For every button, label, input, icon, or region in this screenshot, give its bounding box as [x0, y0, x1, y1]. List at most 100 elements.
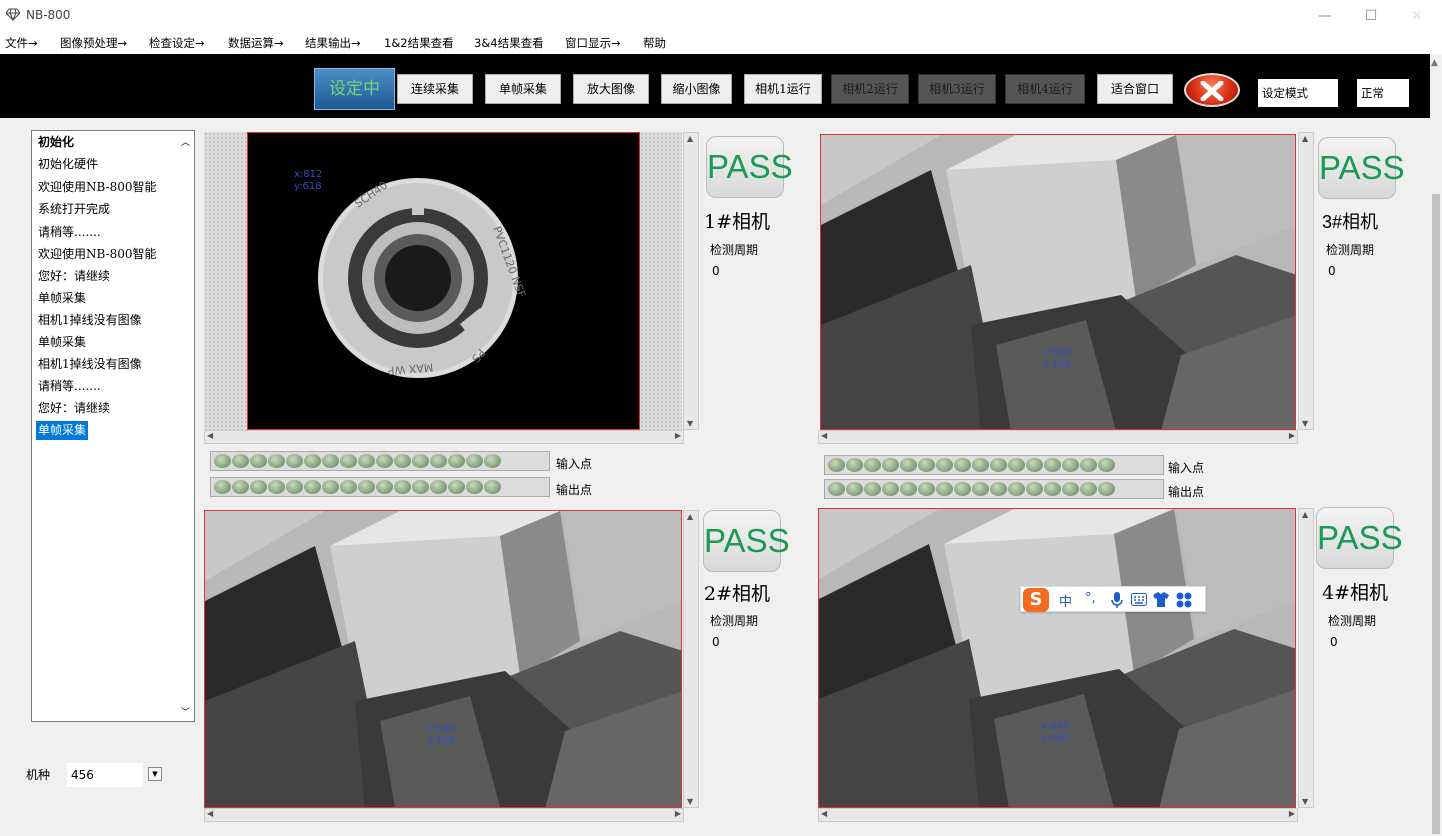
log-item-selected[interactable]: 单帧采集	[36, 421, 89, 440]
ime-toolbar[interactable]: S 中 °,	[1020, 586, 1206, 612]
scroll-thumb[interactable]	[1432, 194, 1440, 834]
log-item[interactable]: 单帧采集	[38, 333, 86, 352]
menu-window-display[interactable]: 窗口显示→	[565, 35, 621, 51]
camera3-view[interactable]: x:640 y:400	[820, 134, 1296, 430]
camera2-vscroll[interactable]: ▲ ▼	[683, 510, 699, 808]
camera4-view[interactable]: x:640 y:400	[818, 508, 1296, 808]
model-input[interactable]: 456	[67, 763, 143, 787]
minimize-button[interactable]: —	[1302, 0, 1348, 32]
arrow-left-icon[interactable]: ◀	[821, 431, 827, 440]
close-window-button[interactable]: ✕	[1394, 0, 1440, 32]
chevron-down-icon[interactable]: ﹀	[181, 705, 190, 718]
led-icon	[936, 482, 953, 496]
camera3-vscroll[interactable]: ▲ ▼	[1298, 132, 1314, 430]
exit-button[interactable]	[1184, 73, 1240, 107]
led-icon	[1026, 458, 1043, 472]
keyboard-icon[interactable]	[1131, 593, 1147, 606]
maximize-button[interactable]: ☐	[1348, 0, 1394, 32]
main-vertical-scrollbar[interactable]: ▲	[1430, 54, 1442, 836]
setting-mode-button[interactable]: 设定中	[314, 68, 395, 110]
log-item[interactable]: 相机1掉线没有图像	[38, 311, 142, 330]
camera1-vscroll[interactable]: ▲ ▼	[683, 132, 699, 430]
camera4-hscroll[interactable]: ◀ ▶	[818, 808, 1298, 822]
led-icon	[1080, 482, 1097, 496]
arrow-up-icon[interactable]: ▲	[687, 134, 693, 143]
menu-file[interactable]: 文件→	[5, 35, 38, 51]
fit-window-button[interactable]: 适合窗口	[1097, 74, 1173, 104]
log-item[interactable]: 您好：请继续	[38, 399, 110, 418]
camera3-hscroll[interactable]: ◀ ▶	[818, 430, 1298, 444]
camera1-hscroll[interactable]: ◀ ▶	[204, 430, 684, 444]
led-icon	[972, 458, 989, 472]
camera2-run-button[interactable]: 相机2运行	[831, 74, 909, 104]
menu-result-3-4[interactable]: 3&4结果查看	[474, 35, 544, 51]
camera1-input-label: 输入点	[556, 457, 593, 471]
led-icon	[466, 480, 483, 494]
camera1-period-label: 检测周期	[710, 243, 759, 257]
menu-help[interactable]: 帮助	[643, 35, 666, 51]
coord-x: x:640	[1043, 347, 1072, 358]
arrow-left-icon[interactable]: ◀	[207, 431, 213, 440]
arrow-right-icon[interactable]: ▶	[1289, 431, 1295, 440]
camera3-run-button[interactable]: 相机3运行	[918, 74, 996, 104]
ime-punctuation-toggle[interactable]: °,	[1085, 591, 1096, 606]
arrow-right-icon[interactable]: ▶	[675, 809, 681, 818]
camera1-run-button[interactable]: 相机1运行	[744, 74, 822, 104]
continuous-capture-button[interactable]: 连续采集	[397, 74, 473, 104]
arrow-down-icon[interactable]: ▼	[1302, 419, 1308, 428]
menu-result-1-2[interactable]: 1&2结果查看	[384, 35, 454, 51]
camera1-view[interactable]: SCH40 PVC1120 NSF MAX WP PS x:812 y:618	[247, 132, 640, 430]
led-icon	[846, 458, 863, 472]
chevron-up-icon[interactable]: ︿	[181, 135, 190, 148]
coord-x: x:640	[427, 723, 456, 734]
log-item[interactable]: 请稍等.......	[38, 223, 101, 242]
camera3-period-label: 检测周期	[1326, 243, 1375, 257]
camera2-hscroll[interactable]: ◀ ▶	[204, 808, 684, 822]
skin-shirt-icon[interactable]	[1153, 592, 1169, 607]
log-list[interactable]: 初始化 初始化硬件 欢迎使用NB-800智能 系统打开完成 请稍等.......…	[31, 130, 195, 722]
menu-inspection-settings[interactable]: 检查设定→	[149, 35, 205, 51]
log-item[interactable]: 系统打开完成	[38, 200, 110, 219]
sogou-logo-icon[interactable]: S	[1023, 588, 1049, 612]
led-icon	[1008, 458, 1025, 472]
mode-display: 设定模式	[1258, 79, 1338, 107]
arrow-up-icon[interactable]: ▲	[1302, 510, 1308, 519]
log-item[interactable]: 欢迎使用NB-800智能	[38, 178, 157, 197]
menu-image-preprocess[interactable]: 图像预处理→	[60, 35, 127, 51]
log-item[interactable]: 初始化	[38, 133, 74, 152]
model-dropdown-button[interactable]: ▼	[148, 767, 162, 781]
log-item[interactable]: 相机1掉线没有图像	[38, 355, 142, 374]
microphone-icon[interactable]	[1111, 592, 1123, 608]
toolbox-icon[interactable]	[1176, 592, 1192, 608]
arrow-down-icon[interactable]: ▼	[687, 419, 693, 428]
arrow-left-icon[interactable]: ◀	[821, 809, 827, 818]
log-item[interactable]: 初始化硬件	[38, 155, 98, 174]
led-icon	[990, 482, 1007, 496]
led-icon	[394, 454, 411, 468]
log-item[interactable]: 请稍等.......	[38, 377, 101, 396]
arrow-up-icon[interactable]: ▲	[687, 512, 693, 521]
single-capture-button[interactable]: 单帧采集	[485, 74, 561, 104]
log-item[interactable]: 欢迎使用NB-800智能	[38, 245, 157, 264]
arrow-up-icon[interactable]: ▲	[1302, 134, 1308, 143]
menu-data-calc[interactable]: 数据运算→	[228, 35, 284, 51]
arrow-left-icon[interactable]: ◀	[207, 809, 213, 818]
camera2-view[interactable]: x:640 y:400	[204, 510, 682, 808]
arrow-down-icon[interactable]: ▼	[1302, 797, 1308, 806]
arrow-right-icon[interactable]: ▶	[1289, 809, 1295, 818]
menu-result-output[interactable]: 结果输出→	[305, 35, 361, 51]
log-item[interactable]: 单帧采集	[38, 289, 86, 308]
log-item[interactable]: 您好：请继续	[38, 267, 110, 286]
camera4-vscroll[interactable]: ▲ ▼	[1298, 508, 1314, 808]
scroll-up-icon[interactable]: ▲	[1431, 58, 1438, 68]
camera4-run-button[interactable]: 相机4运行	[1005, 74, 1085, 104]
log-scrollbar[interactable]: ︿ ﹀	[178, 131, 194, 721]
led-icon	[232, 480, 249, 494]
ime-language-toggle[interactable]: 中	[1059, 591, 1072, 610]
zoom-in-button[interactable]: 放大图像	[573, 74, 649, 104]
arrow-right-icon[interactable]: ▶	[675, 431, 681, 440]
arrow-down-icon[interactable]: ▼	[687, 797, 693, 806]
led-icon	[1044, 482, 1061, 496]
zoom-out-button[interactable]: 缩小图像	[661, 74, 732, 104]
led-icon	[286, 480, 303, 494]
